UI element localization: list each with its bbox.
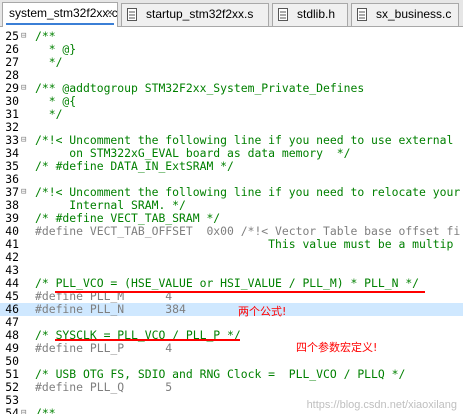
code-text: */ [35,55,63,69]
code-line[interactable]: 41 This value must be a multip [0,238,463,251]
tab-system-stm32f2xx[interactable]: system_stm32f2xx.c × [2,2,118,27]
code-text: This value must be a multip [35,237,454,251]
fold-toggle-icon[interactable]: ⊟ [21,186,30,199]
code-text: #define PLL_N 384 [35,302,186,316]
line-number: 54 [5,406,19,414]
tab-label: system_stm32f2xx.c [9,6,118,20]
close-icon[interactable]: × [107,3,113,24]
code-line[interactable]: 46 #define PLL_N 384 [0,303,463,316]
tab-bar: system_stm32f2xx.c × startup_stm32f2xx.s… [0,0,463,27]
file-icon [127,8,137,21]
code-editor[interactable]: 25 ⊟/** 26 * @} 27 */28 29 ⊟/** @addtogroup S… [0,27,463,414]
fold-toggle-icon[interactable]: ⊟ [21,407,30,414]
code-text: /** @addtogroup STM32F2xx_System_Private… [35,81,365,95]
active-tab-indicator [6,23,114,25]
code-text: */ [35,107,63,121]
tab-label: stdlib.h [297,7,336,21]
file-icon [357,8,367,21]
code-line[interactable]: 26 * @} [0,43,463,56]
code-text: #define PLL_Q 5 [35,380,173,394]
watermark: https://blog.csdn.net/xiaoxilang [306,399,457,411]
file-icon [278,8,288,21]
code-line[interactable]: 30 * @{ [0,95,463,108]
code-line[interactable]: 49 #define PLL_P 4 [0,342,463,355]
tab-startup-stm32f2xx[interactable]: startup_stm32f2xx.s [121,3,269,26]
formula-underline-2 [55,339,240,341]
code-line[interactable]: 31 */ [0,108,463,121]
formulas-annotation: 两个公式! [238,305,287,318]
code-line[interactable]: 27 */ [0,56,463,69]
tab-label: startup_stm32f2xx.s [146,7,254,21]
code-text: #define PLL_P 4 [35,341,173,355]
fold-toggle-icon[interactable]: ⊟ [21,30,30,43]
fold-toggle-icon[interactable]: ⊟ [21,134,30,147]
params-annotation: 四个参数宏定义! [296,341,378,354]
code-line[interactable]: 52 #define PLL_Q 5 [0,381,463,394]
tab-label: sx_business.c [376,7,452,21]
formula-underline-1 [55,291,425,293]
code-text: /* #define DATA_IN_ExtSRAM */ [35,159,234,173]
fold-toggle-icon[interactable]: ⊟ [21,82,30,95]
code-line[interactable]: 35/* #define DATA_IN_ExtSRAM */ [0,160,463,173]
code-text: /** [35,406,56,414]
tab-stdlib[interactable]: stdlib.h [272,3,348,26]
tab-sx-business[interactable]: sx_business.c [351,3,459,26]
code-line[interactable]: 42 [0,251,463,264]
